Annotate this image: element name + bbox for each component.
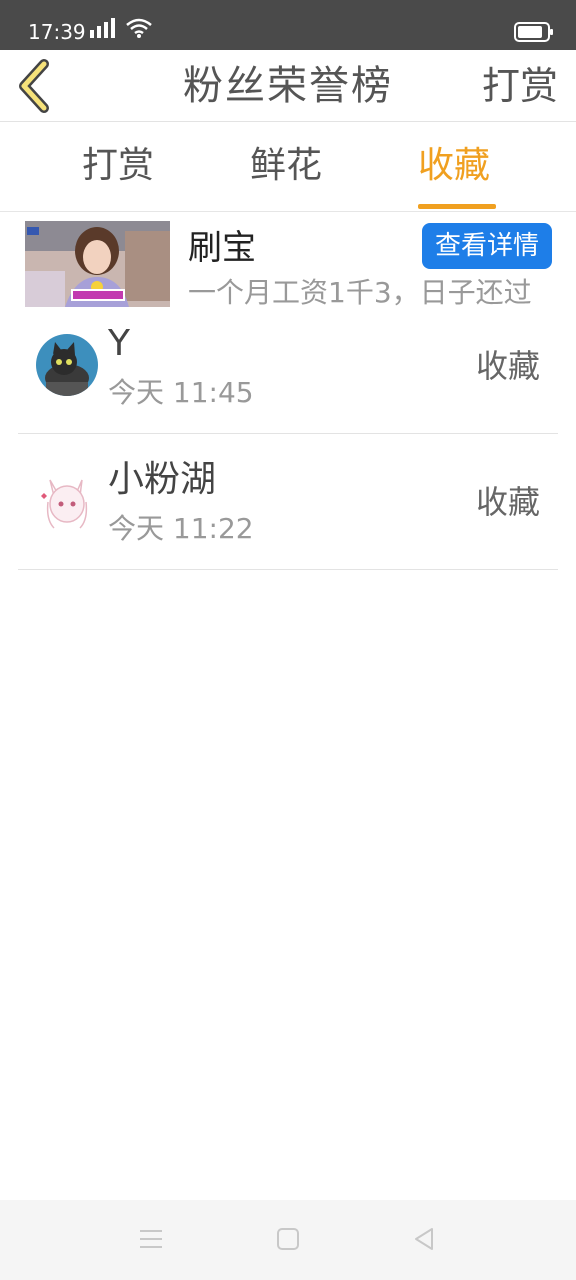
active-tab-indicator: [418, 204, 496, 209]
status-bar: 17:39: [0, 0, 576, 50]
home-icon[interactable]: [273, 1224, 303, 1254]
wifi-icon: [126, 18, 152, 38]
action-label: 收藏: [475, 483, 540, 521]
tab-flowers[interactable]: 鲜花: [250, 144, 322, 188]
action-label: 收藏: [475, 347, 540, 385]
menu-icon[interactable]: [136, 1224, 166, 1254]
tab-favorites[interactable]: 收藏: [418, 144, 490, 188]
user-name: Y: [108, 323, 130, 364]
battery-icon: [514, 22, 553, 42]
back-nav-icon[interactable]: [410, 1224, 440, 1254]
top-header: 粉丝荣誉榜 打赏: [0, 50, 576, 122]
reward-header-button[interactable]: 打赏: [482, 60, 558, 112]
user-name: 小粉湖: [108, 459, 217, 500]
status-icons: [88, 18, 152, 38]
tab-bar: 打赏 鲜花 收藏: [0, 122, 576, 212]
signal-icon: [90, 18, 115, 38]
list-item[interactable]: Y 今天 11:45 收藏: [18, 298, 558, 434]
list-item[interactable]: 小粉湖 今天 11:22 收藏: [18, 434, 558, 570]
view-details-button[interactable]: 查看详情: [422, 223, 552, 269]
navigation-bar: [0, 1200, 576, 1280]
promo-title: 刷宝: [188, 228, 256, 268]
tab-reward[interactable]: 打赏: [82, 144, 154, 188]
promo-thumbnail: [25, 221, 170, 307]
favorite-time: 今天 11:22: [108, 512, 254, 545]
status-time: 17:39: [28, 20, 86, 44]
avatar: [36, 334, 98, 396]
avatar: [36, 470, 98, 532]
favorite-time: 今天 11:45: [108, 376, 254, 409]
